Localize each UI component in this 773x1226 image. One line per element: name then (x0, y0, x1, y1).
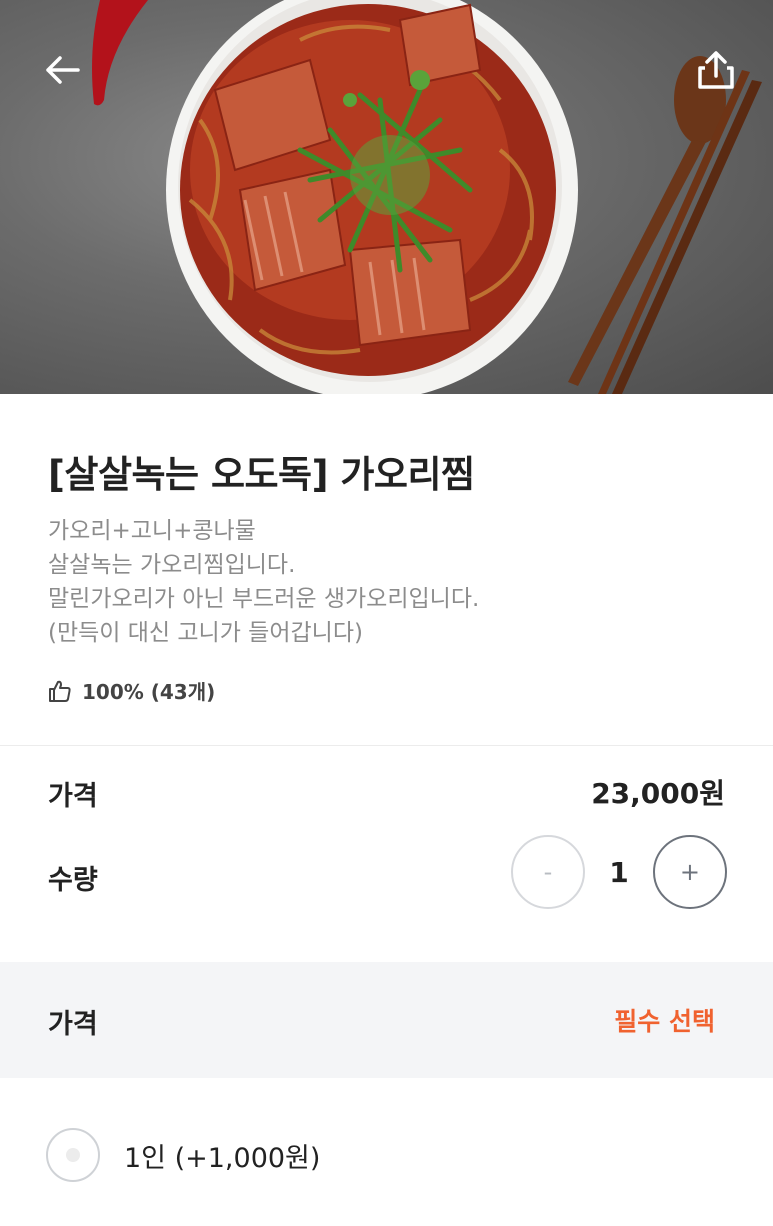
product-hero-image (0, 0, 773, 394)
share-button[interactable] (688, 42, 744, 98)
thumbs-up-icon (48, 678, 74, 704)
option-radio[interactable] (46, 1128, 100, 1182)
quantity-label: 수량 (48, 865, 98, 896)
option-section-header: 가격 필수 선택 (0, 962, 773, 1078)
description-line: (만득이 대신 고니가 들어갑니다) (48, 620, 363, 646)
description-line: 말린가오리가 아닌 부드러운 생가오리입니다. (48, 586, 480, 612)
back-button[interactable] (34, 42, 90, 98)
decrease-quantity-button[interactable]: - (511, 835, 585, 909)
rating: 100% (43개) (48, 676, 215, 705)
product-title: [살살녹는 오도독] 가오리찜 (48, 453, 475, 496)
share-icon (698, 51, 734, 89)
food-photo (92, 0, 762, 394)
description-line: 살살녹는 가오리찜입니다. (48, 552, 296, 578)
arrow-left-icon (46, 56, 80, 84)
product-description: 가오리+고니+콩나물 살살녹는 가오리찜입니다. 말린가오리가 아닌 부드러운 … (48, 514, 728, 650)
quantity-stepper: - 1 + (511, 834, 727, 910)
price-value: 23,000원 (591, 777, 725, 810)
description-line: 가오리+고니+콩나물 (48, 518, 256, 544)
option-label: 1인 (+1,000원) (124, 1142, 321, 1174)
rating-text: 100% (43개) (82, 680, 216, 704)
divider (0, 745, 773, 746)
required-badge: 필수 선택 (614, 1007, 715, 1036)
option-section-title: 가격 (48, 1009, 98, 1040)
option-item[interactable]: 1인 (+1,000원) (46, 1128, 320, 1182)
increase-quantity-button[interactable]: + (652, 835, 727, 909)
radio-dot (66, 1148, 80, 1162)
quantity-value: 1 (609, 855, 629, 889)
price-label: 가격 (48, 781, 98, 812)
